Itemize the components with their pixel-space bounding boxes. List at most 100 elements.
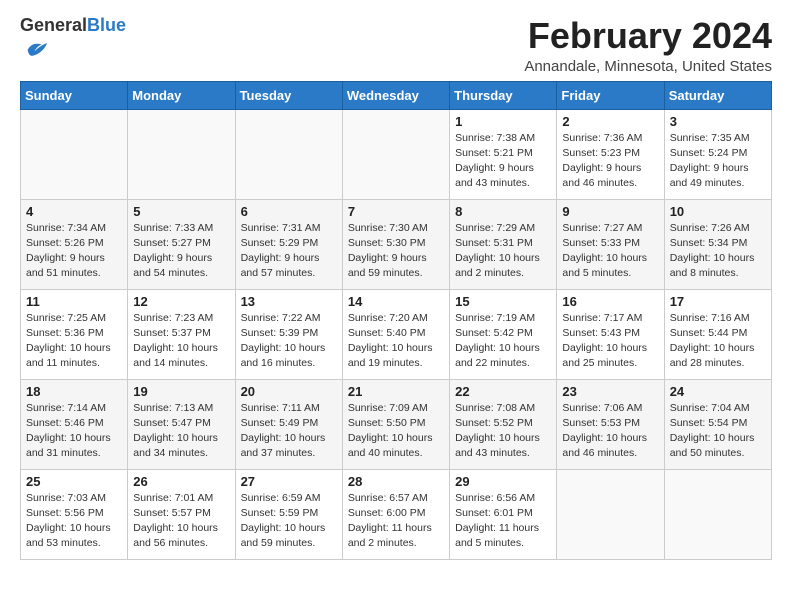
day-number: 19 — [133, 384, 229, 399]
day-number: 21 — [348, 384, 444, 399]
calendar-cell: 10 Sunrise: 7:26 AM Sunset: 5:34 PM Dayli… — [664, 199, 771, 289]
calendar-cell — [128, 109, 235, 199]
calendar-cell: 13 Sunrise: 7:22 AM Sunset: 5:39 PM Dayli… — [235, 289, 342, 379]
day-info: Sunrise: 7:14 AM Sunset: 5:46 PM Dayligh… — [26, 401, 122, 462]
calendar-cell: 12 Sunrise: 7:23 AM Sunset: 5:37 PM Dayli… — [128, 289, 235, 379]
day-info: Sunrise: 7:27 AM Sunset: 5:33 PM Dayligh… — [562, 221, 658, 282]
day-info: Sunrise: 7:20 AM Sunset: 5:40 PM Dayligh… — [348, 311, 444, 372]
day-number: 18 — [26, 384, 122, 399]
day-number: 1 — [455, 114, 551, 129]
day-info: Sunrise: 7:22 AM Sunset: 5:39 PM Dayligh… — [241, 311, 337, 372]
weekday-header-saturday: Saturday — [664, 81, 771, 109]
day-number: 22 — [455, 384, 551, 399]
day-info: Sunrise: 7:25 AM Sunset: 5:36 PM Dayligh… — [26, 311, 122, 372]
day-number: 17 — [670, 294, 766, 309]
day-number: 7 — [348, 204, 444, 219]
day-number: 24 — [670, 384, 766, 399]
calendar-cell: 28 Sunrise: 6:57 AM Sunset: 6:00 PM Dayli… — [342, 469, 449, 559]
calendar-cell: 20Sunrise: 7:11 AM Sunset: 5:49 PM Dayli… — [235, 379, 342, 469]
calendar-cell: 29Sunrise: 6:56 AM Sunset: 6:01 PM Dayli… — [450, 469, 557, 559]
day-info: Sunrise: 7:06 AM Sunset: 5:53 PM Dayligh… — [562, 401, 658, 462]
day-number: 14 — [348, 294, 444, 309]
page-header: GeneralBlue February 2024 Annandale, Min… — [20, 16, 772, 75]
day-number: 29 — [455, 474, 551, 489]
calendar-cell: 3Sunrise: 7:35 AM Sunset: 5:24 PM Daylig… — [664, 109, 771, 199]
title-block: February 2024 Annandale, Minnesota, Unit… — [524, 16, 772, 75]
day-info: Sunrise: 7:19 AM Sunset: 5:42 PM Dayligh… — [455, 311, 551, 372]
day-info: Sunrise: 7:34 AM Sunset: 5:26 PM Dayligh… — [26, 221, 122, 282]
weekday-header-sunday: Sunday — [21, 81, 128, 109]
calendar-cell: 7 Sunrise: 7:30 AM Sunset: 5:30 PM Daylig… — [342, 199, 449, 289]
calendar-week-2: 4 Sunrise: 7:34 AM Sunset: 5:26 PM Daylig… — [21, 199, 772, 289]
calendar-cell: 2 Sunrise: 7:36 AM Sunset: 5:23 PM Daylig… — [557, 109, 664, 199]
day-info: Sunrise: 7:36 AM Sunset: 5:23 PM Dayligh… — [562, 131, 658, 192]
logo-bird-icon — [22, 36, 50, 64]
calendar-table: SundayMondayTuesdayWednesdayThursdayFrid… — [20, 81, 772, 560]
calendar-week-3: 11 Sunrise: 7:25 AM Sunset: 5:36 PM Dayli… — [21, 289, 772, 379]
calendar-cell: 24 Sunrise: 7:04 AM Sunset: 5:54 PM Dayli… — [664, 379, 771, 469]
calendar-cell — [557, 469, 664, 559]
calendar-cell: 26Sunrise: 7:01 AM Sunset: 5:57 PM Dayli… — [128, 469, 235, 559]
month-title: February 2024 — [524, 16, 772, 56]
day-number: 16 — [562, 294, 658, 309]
logo-general-text: General — [20, 15, 87, 35]
day-number: 26 — [133, 474, 229, 489]
day-info: Sunrise: 7:38 AM Sunset: 5:21 PM Dayligh… — [455, 131, 551, 192]
calendar-cell: 4 Sunrise: 7:34 AM Sunset: 5:26 PM Daylig… — [21, 199, 128, 289]
calendar-cell — [664, 469, 771, 559]
day-info: Sunrise: 7:17 AM Sunset: 5:43 PM Dayligh… — [562, 311, 658, 372]
calendar-cell — [21, 109, 128, 199]
logo-blue-text: Blue — [87, 15, 126, 35]
day-number: 27 — [241, 474, 337, 489]
calendar-week-1: 1 Sunrise: 7:38 AM Sunset: 5:21 PM Daylig… — [21, 109, 772, 199]
calendar-cell: 17Sunrise: 7:16 AM Sunset: 5:44 PM Dayli… — [664, 289, 771, 379]
day-info: Sunrise: 7:35 AM Sunset: 5:24 PM Dayligh… — [670, 131, 766, 192]
calendar-cell: 23Sunrise: 7:06 AM Sunset: 5:53 PM Dayli… — [557, 379, 664, 469]
day-info: Sunrise: 7:26 AM Sunset: 5:34 PM Dayligh… — [670, 221, 766, 282]
calendar-cell: 19 Sunrise: 7:13 AM Sunset: 5:47 PM Dayli… — [128, 379, 235, 469]
day-number: 10 — [670, 204, 766, 219]
day-info: Sunrise: 7:04 AM Sunset: 5:54 PM Dayligh… — [670, 401, 766, 462]
calendar-week-5: 25 Sunrise: 7:03 AM Sunset: 5:56 PM Dayli… — [21, 469, 772, 559]
calendar-cell: 16 Sunrise: 7:17 AM Sunset: 5:43 PM Dayli… — [557, 289, 664, 379]
day-number: 25 — [26, 474, 122, 489]
day-info: Sunrise: 7:03 AM Sunset: 5:56 PM Dayligh… — [26, 491, 122, 552]
calendar-cell: 18 Sunrise: 7:14 AM Sunset: 5:46 PM Dayli… — [21, 379, 128, 469]
day-info: Sunrise: 7:33 AM Sunset: 5:27 PM Dayligh… — [133, 221, 229, 282]
day-info: Sunrise: 7:31 AM Sunset: 5:29 PM Dayligh… — [241, 221, 337, 282]
day-info: Sunrise: 7:08 AM Sunset: 5:52 PM Dayligh… — [455, 401, 551, 462]
day-info: Sunrise: 7:13 AM Sunset: 5:47 PM Dayligh… — [133, 401, 229, 462]
day-number: 4 — [26, 204, 122, 219]
weekday-header-monday: Monday — [128, 81, 235, 109]
day-number: 15 — [455, 294, 551, 309]
day-info: Sunrise: 7:29 AM Sunset: 5:31 PM Dayligh… — [455, 221, 551, 282]
weekday-header-tuesday: Tuesday — [235, 81, 342, 109]
calendar-cell: 27 Sunrise: 6:59 AM Sunset: 5:59 PM Dayli… — [235, 469, 342, 559]
calendar-cell: 15 Sunrise: 7:19 AM Sunset: 5:42 PM Dayli… — [450, 289, 557, 379]
weekday-header-thursday: Thursday — [450, 81, 557, 109]
day-info: Sunrise: 7:11 AM Sunset: 5:49 PM Dayligh… — [241, 401, 337, 462]
day-number: 28 — [348, 474, 444, 489]
calendar-cell — [235, 109, 342, 199]
logo: GeneralBlue — [20, 16, 126, 69]
day-number: 11 — [26, 294, 122, 309]
day-number: 6 — [241, 204, 337, 219]
day-info: Sunrise: 6:57 AM Sunset: 6:00 PM Dayligh… — [348, 491, 444, 552]
weekday-header-wednesday: Wednesday — [342, 81, 449, 109]
location-text: Annandale, Minnesota, United States — [524, 58, 772, 75]
calendar-cell: 21Sunrise: 7:09 AM Sunset: 5:50 PM Dayli… — [342, 379, 449, 469]
calendar-cell: 6 Sunrise: 7:31 AM Sunset: 5:29 PM Daylig… — [235, 199, 342, 289]
day-number: 9 — [562, 204, 658, 219]
day-number: 12 — [133, 294, 229, 309]
calendar-cell: 1 Sunrise: 7:38 AM Sunset: 5:21 PM Daylig… — [450, 109, 557, 199]
day-info: Sunrise: 6:59 AM Sunset: 5:59 PM Dayligh… — [241, 491, 337, 552]
day-number: 5 — [133, 204, 229, 219]
calendar-cell: 22 Sunrise: 7:08 AM Sunset: 5:52 PM Dayli… — [450, 379, 557, 469]
day-number: 2 — [562, 114, 658, 129]
day-info: Sunrise: 7:30 AM Sunset: 5:30 PM Dayligh… — [348, 221, 444, 282]
day-number: 13 — [241, 294, 337, 309]
calendar-cell: 8 Sunrise: 7:29 AM Sunset: 5:31 PM Daylig… — [450, 199, 557, 289]
day-number: 8 — [455, 204, 551, 219]
day-info: Sunrise: 7:23 AM Sunset: 5:37 PM Dayligh… — [133, 311, 229, 372]
calendar-cell: 25 Sunrise: 7:03 AM Sunset: 5:56 PM Dayli… — [21, 469, 128, 559]
